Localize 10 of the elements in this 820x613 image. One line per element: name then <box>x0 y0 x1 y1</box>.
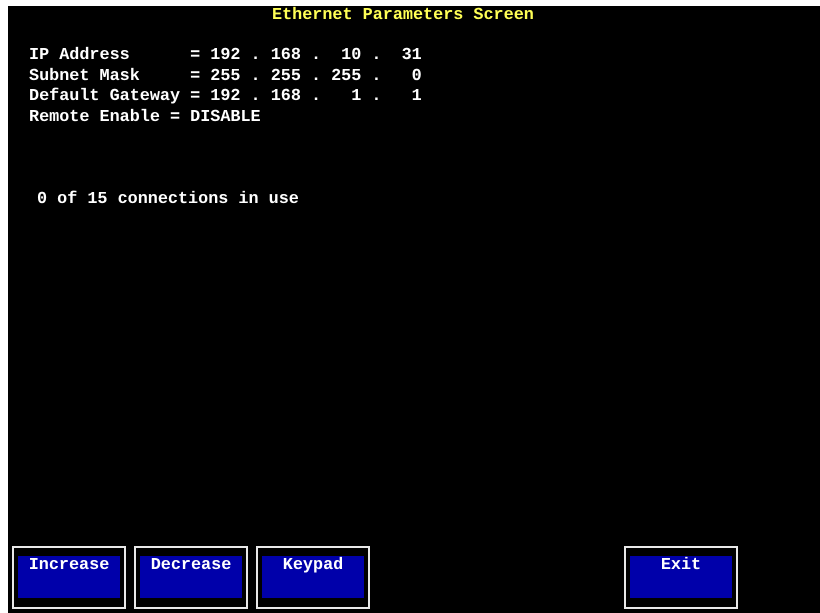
parameter-line: Remote Enable = DISABLE <box>29 108 262 128</box>
screen-title: Ethernet Parameters Screen <box>271 6 535 26</box>
function-button[interactable]: Increase <box>12 546 126 609</box>
function-button[interactable]: Keypad <box>256 546 370 609</box>
parameter-line: Subnet Mask = 255 . 255 . 255 . 0 <box>29 66 423 87</box>
function-button[interactable]: Exit <box>624 546 738 609</box>
connection-status: 0 of 15 connections in use <box>36 190 300 210</box>
parameter-line: Default Gateway = 192 . 168 . 1 . 1 <box>29 87 423 108</box>
parameter-line: IP Address = 192 . 168 . 10 . 31 <box>29 46 423 66</box>
function-button[interactable]: Decrease <box>134 546 248 609</box>
